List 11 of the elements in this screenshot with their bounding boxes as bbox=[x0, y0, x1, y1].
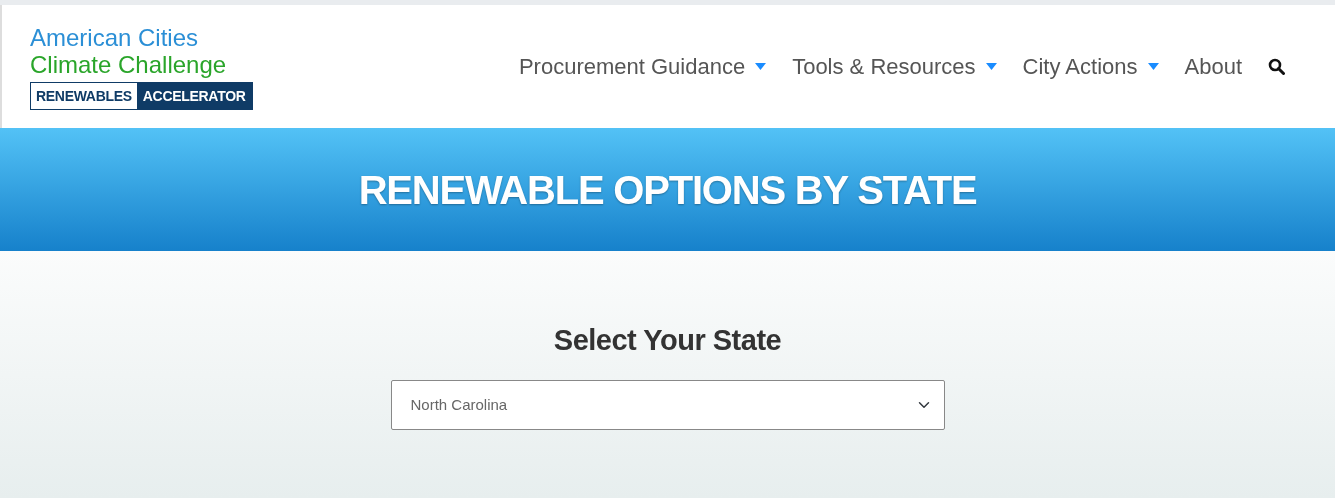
logo-text: Climate Challenge bbox=[30, 50, 228, 78]
state-select[interactable]: North Carolina bbox=[390, 379, 945, 430]
logo-text: American Cities bbox=[30, 23, 200, 51]
nav-link[interactable]: Procurement Guidance bbox=[518, 50, 767, 83]
nav-link[interactable]: Tools & Resources bbox=[792, 50, 997, 83]
page-title: RENEWABLE OPTIONS BY STATE bbox=[358, 166, 977, 214]
section-heading: Select Your State bbox=[553, 323, 782, 358]
nav-link[interactable]: City Actions bbox=[1022, 50, 1159, 83]
search-icon[interactable] bbox=[1268, 58, 1285, 75]
nav-link[interactable]: About bbox=[1184, 50, 1242, 83]
logo-badge: ACCELERATOR bbox=[136, 82, 252, 109]
